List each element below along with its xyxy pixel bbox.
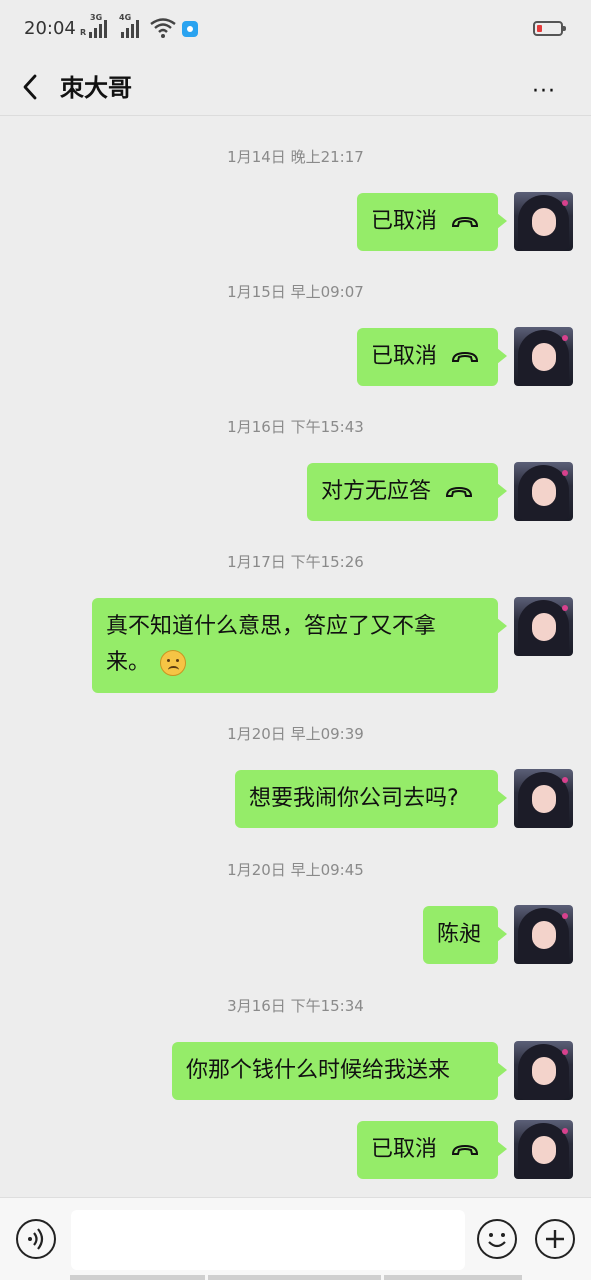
nav-gesture-bar (208, 1275, 381, 1280)
frown-emoji-icon (160, 650, 187, 676)
emoji-icon[interactable] (477, 1219, 517, 1259)
message-text: 陈昶 (437, 922, 482, 947)
call-cancelled-bubble[interactable]: 已取消 (357, 328, 507, 386)
call-cancelled-bubble[interactable]: 已取消 (357, 1121, 507, 1179)
more-dots-icon[interactable]: ··· (532, 79, 556, 104)
message-timestamp: 1月20日 早上09:45 (227, 861, 364, 879)
wifi-icon (150, 18, 176, 38)
chevron-left-icon[interactable] (14, 68, 48, 104)
avatar[interactable] (514, 905, 573, 964)
avatar[interactable] (514, 769, 573, 828)
app-notification-icon (182, 21, 198, 37)
call-no-answer-bubble[interactable]: 对方无应答 (307, 463, 507, 521)
text-message-bubble[interactable]: 真不知道什么意思，答应了又不拿 来。 (92, 598, 507, 693)
chat-title: 朿大哥 (60, 74, 132, 102)
message-timestamp: 1月17日 下午15:26 (227, 553, 364, 571)
message-text: 已取消 (371, 209, 438, 234)
nav-gesture-bar (70, 1275, 205, 1280)
text-message-bubble[interactable]: 你那个钱什么时候给我送来 (172, 1042, 507, 1100)
signal-3g-label: 3G (90, 13, 103, 22)
input-bar (0, 1197, 591, 1280)
signal-4g-icon: 4G (117, 13, 145, 38)
plus-icon[interactable] (535, 1219, 575, 1259)
message-timestamp: 1月16日 下午15:43 (227, 418, 364, 436)
message-timestamp: 1月15日 早上09:07 (227, 283, 364, 301)
message-text: 你那个钱什么时候给我送来 (186, 1058, 451, 1083)
message-list: 1月14日 晚上21:17 已取消 1月15日 早上09:07 已取消 1月16… (0, 117, 591, 1197)
message-timestamp: 1月20日 早上09:39 (227, 725, 364, 743)
phone-hangup-icon (452, 216, 479, 227)
message-timestamp: 1月14日 晚上21:17 (227, 148, 364, 166)
message-timestamp: 3月16日 下午15:34 (227, 997, 364, 1015)
message-text: 已取消 (371, 1137, 438, 1162)
avatar[interactable] (514, 192, 573, 251)
call-cancelled-bubble[interactable]: 已取消 (357, 193, 507, 251)
battery-icon (533, 21, 566, 36)
message-text: 想要我闹你公司去吗? (249, 786, 459, 811)
nav-gesture-bar (384, 1275, 522, 1280)
chat-header: 朿大哥 ··· (0, 60, 591, 116)
avatar[interactable] (514, 1120, 573, 1179)
phone-hangup-icon (452, 351, 479, 362)
message-input[interactable] (71, 1210, 465, 1270)
text-message-bubble[interactable]: 想要我闹你公司去吗? (235, 770, 507, 828)
avatar[interactable] (514, 327, 573, 386)
message-text-line2: 来。 (106, 650, 151, 675)
message-text: 对方无应答 (321, 479, 432, 504)
text-message-bubble[interactable]: 陈昶 (423, 906, 507, 964)
signal-3g-icon: 3G R (80, 13, 112, 38)
phone-hangup-icon (452, 1144, 479, 1155)
status-bar: 20:04 3G R 4G (0, 0, 591, 60)
roaming-label: R (80, 28, 87, 37)
voice-icon[interactable] (16, 1219, 56, 1259)
avatar[interactable] (514, 1041, 573, 1100)
phone-hangup-icon (446, 486, 473, 497)
signal-4g-label: 4G (119, 13, 132, 22)
message-text: 已取消 (371, 344, 438, 369)
avatar[interactable] (514, 462, 573, 521)
status-time: 20:04 (24, 18, 76, 39)
avatar[interactable] (514, 597, 573, 656)
message-text-line1: 真不知道什么意思，答应了又不拿 (106, 614, 437, 639)
